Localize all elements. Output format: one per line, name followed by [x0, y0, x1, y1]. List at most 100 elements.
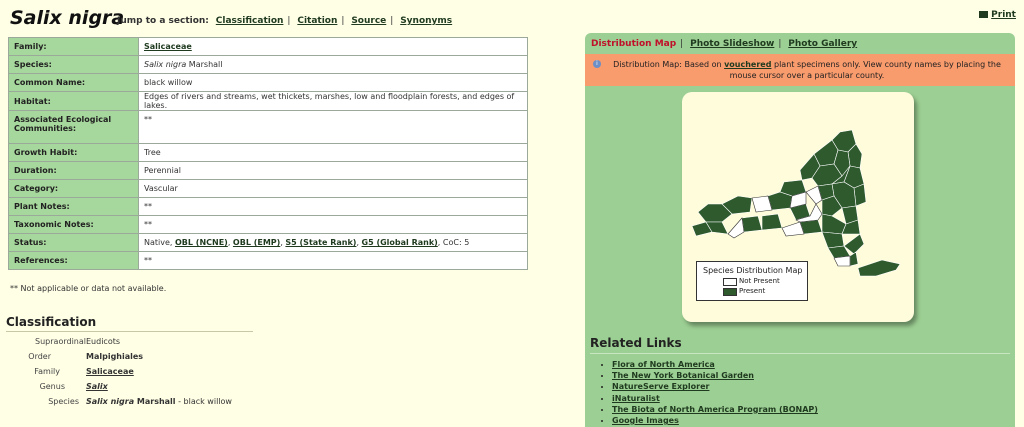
row-value: Edges of rivers and streams, wet thicket…	[138, 91, 528, 111]
row-value: **	[138, 215, 528, 234]
related-divider	[590, 353, 1010, 354]
status-link-s5[interactable]: S5 (State Rank)	[285, 238, 356, 247]
species-italic: Salix nigra	[144, 60, 187, 69]
status-link-obl-emp[interactable]: OBL (EMP)	[233, 238, 280, 247]
related-link-natureserve[interactable]: NatureServe Explorer	[612, 382, 709, 391]
county-region[interactable]	[767, 191, 793, 211]
classification-family-link[interactable]: Salicaceae	[86, 367, 134, 376]
jump-link-classification[interactable]: Classification	[216, 16, 284, 26]
table-row: Species: Salix nigra Marshall	[8, 55, 528, 74]
county-region[interactable]	[781, 221, 805, 237]
county-region[interactable]	[761, 213, 783, 231]
table-row: Habitat: Edges of rivers and streams, we…	[8, 91, 528, 111]
map-legend: Species Distribution Map Not Present Pre…	[696, 261, 808, 301]
distribution-map: Species Distribution Map Not Present Pre…	[682, 92, 914, 322]
status-link-g5[interactable]: G5 (Global Rank)	[362, 238, 438, 247]
row-label: Family:	[8, 37, 139, 56]
rank-value: Malpighiales	[86, 352, 144, 361]
county-region[interactable]	[821, 213, 847, 235]
row-value: **	[138, 197, 528, 216]
print-button[interactable]: Print	[979, 10, 1016, 20]
list-item: iNaturalist	[612, 393, 818, 404]
related-links-list: Flora of North America The New York Bota…	[600, 359, 818, 426]
rank-label: Genus	[39, 382, 65, 391]
row-value: Native, OBL (NCNE), OBL (EMP), S5 (State…	[138, 233, 528, 252]
row-value: black willow	[138, 73, 528, 92]
row-value: **	[138, 110, 528, 144]
list-item: NatureServe Explorer	[612, 381, 818, 392]
rank-label: Family	[34, 367, 60, 376]
panel-tabs: Distribution Map | Photo Slideshow | Photo…	[591, 39, 858, 49]
related-link-inaturalist[interactable]: iNaturalist	[612, 394, 660, 403]
row-value: Salicaceae	[138, 37, 528, 56]
classification-genus-link[interactable]: Salix	[86, 382, 108, 391]
table-row: Plant Notes: **	[8, 197, 528, 216]
legend-swatch-present	[723, 288, 737, 296]
family-link[interactable]: Salicaceae	[144, 42, 192, 51]
not-applicable-note: ** Not applicable or data not available.	[10, 284, 167, 293]
row-value: Vascular	[138, 179, 528, 198]
county-region[interactable]	[821, 231, 845, 249]
related-link-nybg[interactable]: The New York Botanical Garden	[612, 371, 754, 380]
status-link-obl-ncne[interactable]: OBL (NCNE)	[175, 238, 228, 247]
status-suffix: , CoC: 5	[437, 238, 470, 247]
table-row: Common Name: black willow	[8, 73, 528, 92]
table-row: Taxonomic Notes: **	[8, 215, 528, 234]
list-item: Flora of North America	[612, 359, 818, 370]
legend-label-not-present: Not Present	[739, 277, 780, 285]
list-item: The New York Botanical Garden	[612, 370, 818, 381]
row-value: Tree	[138, 143, 528, 162]
related-link-fna[interactable]: Flora of North America	[612, 360, 715, 369]
row-label: Plant Notes:	[8, 197, 139, 216]
alert-prefix: Distribution Map: Based on	[613, 60, 725, 69]
list-item: The Biota of North America Program (BONA…	[612, 404, 818, 415]
row-label: Common Name:	[8, 73, 139, 92]
table-row: Family: Salicaceae	[8, 37, 528, 56]
jump-link-synonyms[interactable]: Synonyms	[400, 16, 452, 26]
rank-value: Eudicots	[86, 337, 121, 346]
county-region[interactable]	[727, 217, 745, 239]
table-row: Status: Native, OBL (NCNE), OBL (EMP), S…	[8, 233, 528, 252]
top-bar: Salix nigra Jump to a section: Classific…	[0, 0, 1024, 32]
row-value: **	[138, 251, 528, 270]
printer-icon	[979, 11, 989, 18]
row-value: Salix nigra Marshall	[138, 55, 528, 74]
row-label: References:	[8, 251, 139, 270]
tab-photo-gallery[interactable]: Photo Gallery	[788, 39, 857, 49]
jump-nav: Jump to a section: Classification | Citat…	[117, 16, 453, 26]
legend-title: Species Distribution Map	[703, 266, 803, 275]
county-region[interactable]	[857, 259, 901, 277]
vouchered-link[interactable]: vouchered	[724, 60, 771, 69]
species-info-table: Family: Salicaceae Species: Salix nigra …	[8, 37, 528, 270]
classification-heading: Classification	[6, 315, 97, 329]
county-region[interactable]	[741, 215, 763, 233]
row-value: Perennial	[138, 161, 528, 180]
classification-divider	[6, 331, 253, 332]
jump-link-citation[interactable]: Citation	[297, 16, 337, 26]
table-row: Growth Habit: Tree	[8, 143, 528, 162]
print-link[interactable]: Print	[991, 10, 1016, 20]
tab-distribution-map[interactable]: Distribution Map	[591, 39, 676, 49]
related-link-google-images[interactable]: Google Images	[612, 416, 679, 425]
alert-suffix: plant specimens only. View county names …	[729, 60, 1001, 80]
species-author: Marshall	[186, 60, 223, 69]
related-link-bonap[interactable]: The Biota of North America Program (BONA…	[612, 405, 818, 414]
jump-link-source[interactable]: Source	[351, 16, 386, 26]
tab-photo-slideshow[interactable]: Photo Slideshow	[690, 39, 774, 49]
info-icon: i	[593, 60, 601, 68]
county-region[interactable]	[849, 251, 859, 267]
row-label: Category:	[8, 179, 139, 198]
table-row: Duration: Perennial	[8, 161, 528, 180]
row-label: Taxonomic Notes:	[8, 215, 139, 234]
table-row: Associated Ecological Communities: **	[8, 110, 528, 144]
county-region[interactable]	[833, 255, 851, 267]
map-info-alert: i Distribution Map: Based on vouchered p…	[585, 54, 1015, 86]
row-label: Species:	[8, 55, 139, 74]
distribution-panel: Distribution Map | Photo Slideshow | Photo…	[585, 33, 1015, 427]
row-label: Duration:	[8, 161, 139, 180]
legend-swatch-not-present	[723, 278, 737, 286]
rank-label: Order	[28, 352, 51, 361]
rank-label: Species	[48, 397, 79, 406]
species-common-suffix: - black willow	[175, 397, 232, 406]
county-region[interactable]	[841, 219, 861, 235]
